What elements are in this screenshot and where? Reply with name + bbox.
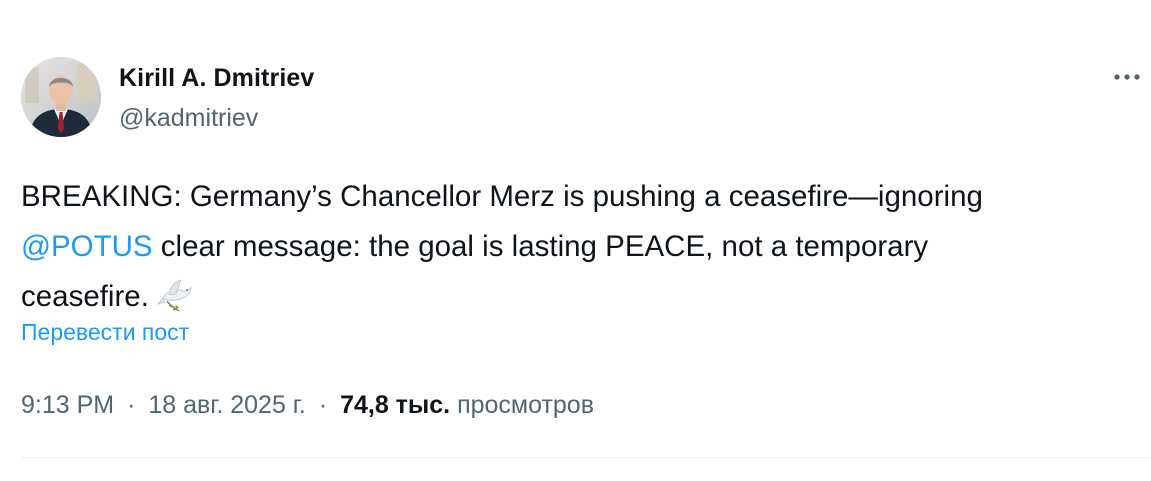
views-count: 74,8 тыс. <box>340 391 451 419</box>
views-label: просмотров <box>457 391 594 419</box>
tweet-text-line-1: BREAKING: Germany’s Chancellor Merz is p… <box>21 180 983 213</box>
tweet-card: Kirill A. Dmitriev @kadmitriev BREAKING:… <box>0 0 1151 481</box>
tweet-text-line-2: @POTUS clear message: the goal is lastin… <box>21 222 1141 272</box>
tweet-text-line-2-rest: clear message: the goal is lasting PEACE… <box>152 230 929 263</box>
more-dots-icon <box>1114 74 1140 80</box>
translate-post-link[interactable]: Перевести пост <box>21 319 189 346</box>
tweet-metadata: 9:13 PM · 18 авг. 2025 г. · 74,8 тыс. пр… <box>21 391 594 420</box>
divider <box>21 457 1151 458</box>
tweet-time[interactable]: 9:13 PM <box>21 391 114 419</box>
avatar[interactable] <box>21 57 101 137</box>
separator-dot: · <box>318 391 328 419</box>
profile-photo-icon <box>21 57 101 137</box>
tweet-text-line-3-text: ceasefire. <box>21 280 149 313</box>
more-options-button[interactable] <box>1112 66 1142 88</box>
tweet-text: BREAKING: Germany’s Chancellor Merz is p… <box>21 172 1141 330</box>
tweet-date[interactable]: 18 авг. 2025 г. <box>148 391 305 419</box>
separator-dot: · <box>127 391 136 419</box>
author-handle[interactable]: @kadmitriev <box>119 104 258 133</box>
mention-link[interactable]: @POTUS <box>21 230 153 263</box>
author-display-name[interactable]: Kirill A. Dmitriev <box>119 64 314 93</box>
